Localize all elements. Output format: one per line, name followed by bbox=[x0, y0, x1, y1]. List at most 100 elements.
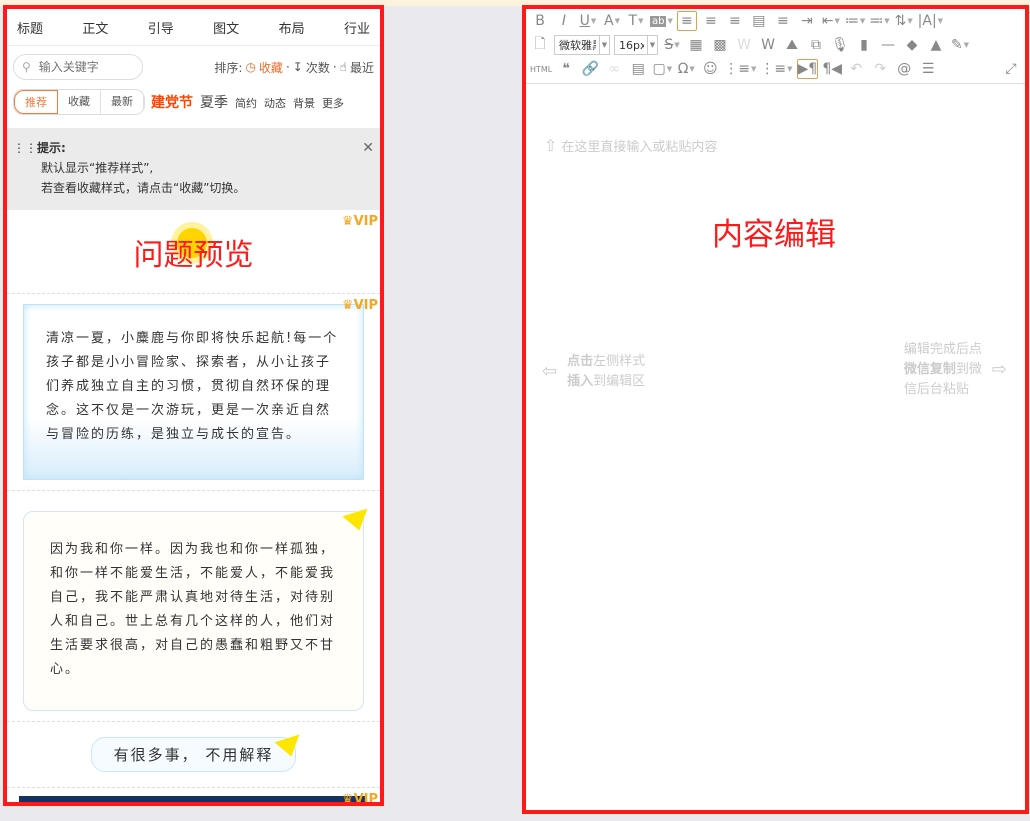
sort-label: 排序: bbox=[214, 60, 243, 75]
arrow-up-icon: ⇧ bbox=[544, 136, 558, 155]
editor-panel: BIU▼A▼T▼ab▼≡≡≡▤≡⇥⇤▼≔▼≕▼⇅▼|A|▼🗋微软雅黑▼16px▼… bbox=[522, 5, 1029, 814]
style-card[interactable]: 因为我和你一样。因为我也和你一样孤独，和你一样不能爱生活，不能爱人，不能爱我自己… bbox=[7, 491, 380, 722]
horizontal-rule-icon[interactable]: — bbox=[878, 35, 898, 55]
style-library-panel: 标题 正文 引导 图文 布局 行业 ⚲ 排序: ◷ 收藏· ↧ 次数· ☝ 最近… bbox=[3, 5, 384, 806]
vip-badge: ♛VIP bbox=[341, 214, 378, 229]
style-card[interactable]: 有很多事， 不用解释 bbox=[7, 722, 380, 788]
tab-guide[interactable]: 引导 bbox=[148, 18, 174, 37]
segment-latest[interactable]: 最新 bbox=[101, 90, 144, 114]
image-icon[interactable]: ⛰ bbox=[782, 35, 802, 55]
ltr-icon[interactable]: ▶¶ bbox=[796, 59, 819, 79]
editor-title: 内容编辑 bbox=[712, 217, 836, 253]
tab-title[interactable]: 标题 bbox=[17, 18, 43, 37]
segment-recommended[interactable]: 推荐 bbox=[14, 90, 58, 114]
tag-background[interactable]: 背景 bbox=[293, 95, 315, 111]
hint-right: 编辑完成后点 微信复制到微 信后台粘贴 ⇨ bbox=[903, 342, 1007, 397]
editor-toolbar: BIU▼A▼T▼ab▼≡≡≡▤≡⇥⇤▼≔▼≕▼⇅▼|A|▼🗋微软雅黑▼16px▼… bbox=[526, 9, 1025, 81]
indent-icon[interactable]: ⇥ bbox=[797, 11, 817, 31]
unordered-list-icon[interactable]: ⋮≡ ▼ bbox=[760, 59, 792, 79]
fullscreen-icon[interactable]: ⤢ bbox=[1001, 59, 1021, 79]
italic-icon[interactable]: I bbox=[554, 11, 574, 31]
word-disabled-icon[interactable]: W bbox=[734, 35, 754, 55]
font-family-select[interactable]: 微软雅黑▼ bbox=[554, 35, 610, 55]
font-size-select[interactable]: 16px ▼ bbox=[614, 35, 658, 55]
style-card[interactable]: ♛VIP 问题预览 bbox=[7, 210, 380, 294]
segment-favorites[interactable]: 收藏 bbox=[58, 90, 101, 114]
editor-area[interactable]: ⇧ 在这里直接输入或粘贴内容 内容编辑 ⇦ 点击左侧样式 插入到编辑区 编辑完成后点… bbox=[526, 84, 1025, 804]
magic-wand-icon[interactable]: ✎ ▼ bbox=[950, 35, 970, 55]
style-card[interactable]: ♛VIP 清凉一夏，小麋鹿与你即将快乐起航!每一个孩子都是小小冒险家、探索者，从… bbox=[7, 294, 380, 491]
align-justify-icon[interactable]: ≡ bbox=[773, 11, 793, 31]
link-icon[interactable]: 🔗 bbox=[580, 59, 600, 79]
ordered-list-icon[interactable]: ⋮≡ ▼ bbox=[724, 59, 756, 79]
align-right-icon[interactable]: ≡ bbox=[725, 11, 745, 31]
category-tabs: 标题 正文 引导 图文 布局 行业 bbox=[7, 9, 380, 46]
undo-icon[interactable]: ↶ bbox=[846, 59, 866, 79]
eraser-icon[interactable]: ◆ bbox=[902, 35, 922, 55]
tag-more[interactable]: 更多 bbox=[322, 95, 344, 111]
tab-layout[interactable]: 布局 bbox=[279, 18, 305, 37]
search-icon: ⚲ bbox=[22, 60, 31, 74]
paragraph-spacing-top-icon[interactable]: ≔ ▼ bbox=[845, 11, 865, 31]
border-icon[interactable]: ▢ ▼ bbox=[652, 59, 672, 79]
hand-pointer-icon: ☝ bbox=[339, 60, 347, 74]
toolbar-row: B I U ▼ A ▼ T ▼ ab ▼ ≡ ≡ ≡ ▤ ≡ ⇥ ⇤ ▼ ≔ ▼ ≕ ▼ ⇅ ▼ |A| ▼ bbox=[526, 9, 1025, 33]
letter-spacing-icon[interactable]: |A| ▼ bbox=[918, 11, 943, 31]
rtl-icon[interactable]: ¶◀ bbox=[822, 59, 842, 79]
special-char-icon[interactable]: Ω ▼ bbox=[676, 59, 696, 79]
tag-dynamic[interactable]: 动态 bbox=[264, 95, 286, 111]
search-input[interactable] bbox=[38, 60, 129, 74]
table-title-icon[interactable]: ▤ bbox=[628, 59, 648, 79]
clock-icon: ◷ bbox=[245, 60, 256, 74]
sort-count[interactable]: 次数 bbox=[306, 59, 330, 76]
justify-text-icon[interactable]: ☰ bbox=[918, 59, 938, 79]
tip-box: ⋮⋮提示: 默认显示“推荐样式”, 若查看收藏样式，请点击“收藏”切换。 ✕ bbox=[7, 128, 380, 210]
corner-decoration bbox=[274, 725, 306, 757]
sort-desc-icon: ↧ bbox=[292, 60, 303, 74]
font-color-icon[interactable]: A ▼ bbox=[602, 11, 622, 31]
bold-icon[interactable]: B bbox=[530, 11, 550, 31]
card-thumbnail bbox=[19, 796, 367, 802]
emoji-icon[interactable]: ☺ bbox=[700, 59, 720, 79]
multi-image-icon[interactable]: ⧉ bbox=[806, 35, 826, 55]
view-segment: 推荐 收藏 最新 bbox=[13, 89, 145, 115]
card-text: 因为我和你一样。因为我也和你一样孤独，和你一样不能爱生活，不能爱人，不能爱我自己… bbox=[50, 542, 336, 677]
unlink-icon[interactable]: ∞ bbox=[604, 59, 624, 79]
line-height-icon[interactable]: ⇅ ▼ bbox=[894, 11, 914, 31]
tag-list: 建党节 夏季 简约 动态 背景 更多 bbox=[151, 92, 344, 112]
sort-favorites[interactable]: 收藏 bbox=[259, 59, 283, 76]
html-icon[interactable]: HTML bbox=[530, 59, 552, 79]
align-center-icon[interactable]: ≡ bbox=[701, 11, 721, 31]
tab-image-text[interactable]: 图文 bbox=[213, 18, 239, 37]
tip-line: 默认显示“推荐样式”, bbox=[41, 161, 154, 175]
strikethrough-icon[interactable]: S ▼ bbox=[662, 35, 682, 55]
align-justify-top-icon[interactable]: ▤ bbox=[749, 11, 769, 31]
tag-simple[interactable]: 简约 bbox=[235, 95, 257, 111]
tag-summer[interactable]: 夏季 bbox=[200, 92, 228, 112]
underline-icon[interactable]: U ▼ bbox=[578, 11, 598, 31]
format-brush-icon[interactable]: ▲ bbox=[926, 35, 946, 55]
video-icon[interactable]: ▮ bbox=[854, 35, 874, 55]
outdent-icon[interactable]: ⇤ ▼ bbox=[821, 11, 841, 31]
paragraph-spacing-bottom-icon[interactable]: ≕ ▼ bbox=[869, 11, 889, 31]
highlight-icon[interactable]: ab ▼ bbox=[650, 11, 673, 31]
style-card[interactable]: ♛VIP bbox=[7, 788, 380, 802]
preview-label: 问题预览 bbox=[133, 237, 254, 273]
word-icon[interactable]: W bbox=[758, 35, 778, 55]
redo-icon[interactable]: ↷ bbox=[870, 59, 890, 79]
tab-industry[interactable]: 行业 bbox=[344, 18, 370, 37]
align-left-icon[interactable]: ≡ bbox=[676, 11, 697, 31]
tag-party-day[interactable]: 建党节 bbox=[151, 92, 193, 112]
tab-body[interactable]: 正文 bbox=[82, 18, 108, 37]
sort-options: 排序: ◷ 收藏 · ↧ 次数 · ☝ 最近 bbox=[214, 59, 374, 76]
close-icon[interactable]: ✕ bbox=[362, 138, 374, 158]
image-table-icon[interactable]: ▩ bbox=[710, 35, 730, 55]
search-icon[interactable]: @ bbox=[894, 59, 914, 79]
new-document-icon[interactable]: 🗋 bbox=[530, 35, 550, 55]
table-icon[interactable]: ▦ bbox=[686, 35, 706, 55]
sort-recent[interactable]: 最近 bbox=[350, 59, 374, 76]
quote-icon[interactable]: ❝ bbox=[556, 59, 576, 79]
text-background-icon[interactable]: T ▼ bbox=[626, 11, 646, 31]
microphone-icon[interactable]: 🎙 bbox=[830, 35, 850, 55]
search-box: ⚲ bbox=[13, 54, 143, 80]
